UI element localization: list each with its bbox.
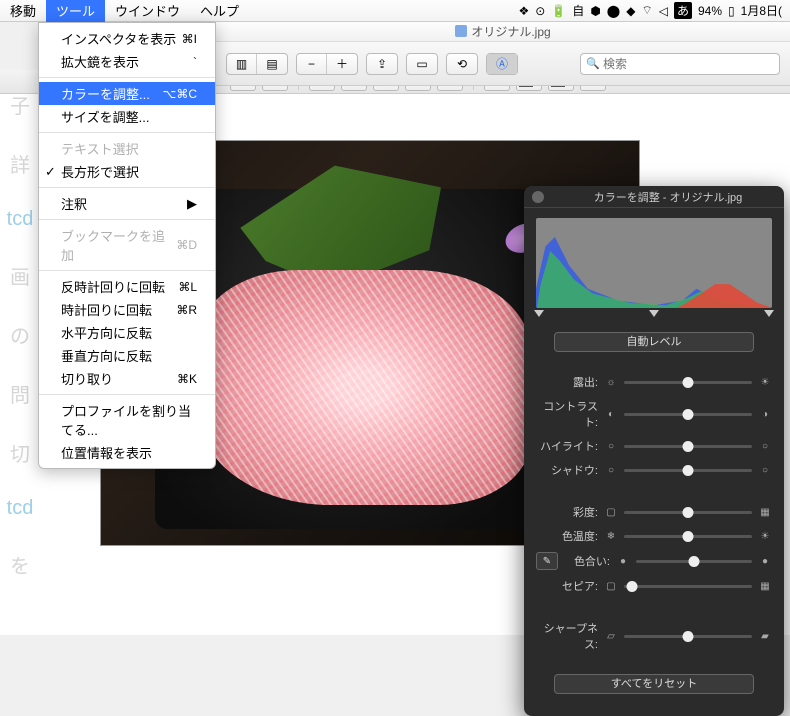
search-input[interactable]	[580, 53, 780, 75]
view-list-button[interactable]: ▤	[257, 54, 287, 74]
search-field[interactable]: 🔍	[580, 53, 780, 75]
menu-annotate[interactable]: 注釈▶	[39, 192, 215, 215]
status-icon: ⬤	[607, 4, 620, 18]
sun-icon: ☀	[758, 531, 772, 542]
contrast-slider[interactable]: コントラスト:◐◑	[536, 398, 772, 430]
ime-icon: あ	[674, 2, 692, 19]
menubar-status: ❖ ⊙ 🔋 自 ⬢ ⬤ ◆ ⌔ ◁ あ 94% ▯ 1月8日(	[519, 2, 790, 19]
reset-all-button[interactable]: すべてをリセット	[554, 674, 754, 694]
highlights-slider[interactable]: ハイライト:○○	[536, 438, 772, 454]
histogram-handles[interactable]	[524, 310, 784, 322]
circle-icon: ○	[604, 441, 618, 452]
menu-tools[interactable]: ツール	[46, 0, 105, 22]
view-thumbnails-button[interactable]: ▥	[227, 54, 257, 74]
dot-icon: ●	[758, 556, 772, 567]
menu-rotate-ccw[interactable]: 反時計回りに回転⌘L	[39, 275, 215, 298]
circle-icon: ○	[758, 465, 772, 476]
zoom-out-button[interactable]: −	[297, 54, 327, 74]
square-icon: ▦	[758, 581, 772, 592]
zoom-segmented[interactable]: − ＋	[296, 53, 358, 75]
menu-flip-h[interactable]: 水平方向に反転	[39, 321, 215, 344]
adjust-color-panel: カラーを調整 - オリジナル.jpg 自動レベル 露出:☼☀ コントラスト:◐◑…	[524, 186, 784, 716]
share-icon[interactable]: ⇪	[367, 54, 397, 74]
sepia-slider[interactable]: セピア:▢▦	[536, 578, 772, 594]
status-icon: ◆	[626, 4, 635, 18]
sharp-icon: ▰	[758, 631, 772, 642]
menu-show-location[interactable]: 位置情報を表示	[39, 441, 215, 464]
highlight-icon[interactable]: ▭	[407, 54, 437, 74]
toolbar: ▥ ▤ − ＋ ⇪ ▭ ⟲ Ⓐ 🔍	[216, 42, 790, 86]
menu-show-inspector[interactable]: インスペクタを表示⌘I	[39, 27, 215, 50]
menu-flip-v[interactable]: 垂直方向に反転	[39, 344, 215, 367]
view-segmented[interactable]: ▥ ▤	[226, 53, 288, 75]
sharpness-slider[interactable]: シャープネス:▱▰	[536, 620, 772, 652]
menu-show-magnifier[interactable]: 拡大鏡を表示`	[39, 50, 215, 73]
window-title: オリジナル.jpg	[471, 25, 550, 39]
histogram[interactable]	[536, 218, 772, 308]
snow-icon: ❄	[604, 531, 618, 542]
chevron-right-icon: ▶	[187, 196, 197, 212]
search-icon: 🔍	[586, 57, 600, 70]
square-icon: ▢	[604, 581, 618, 592]
dropbox-icon: ⬢	[590, 4, 600, 18]
menu-assign-profile[interactable]: プロファイルを割り当てる...	[39, 399, 215, 441]
status-icon: 自	[572, 2, 584, 19]
square-icon: ▢	[604, 507, 618, 518]
dot-icon: ●	[616, 556, 630, 567]
sun-dim-icon: ☼	[604, 377, 618, 388]
menu-rotate-cw[interactable]: 時計回りに回転⌘R	[39, 298, 215, 321]
temperature-slider[interactable]: 色温度:❄☀	[536, 528, 772, 544]
menu-rect-selection[interactable]: ✓長方形で選択	[39, 160, 215, 183]
eyedropper-button[interactable]: ✎	[536, 552, 558, 570]
tools-dropdown: インスペクタを表示⌘I 拡大鏡を表示` カラーを調整...⌥⌘C サイズを調整.…	[38, 22, 216, 469]
menu-window[interactable]: ウインドウ	[105, 0, 190, 22]
exposure-slider[interactable]: 露出:☼☀	[536, 374, 772, 390]
circle-icon: ○	[604, 465, 618, 476]
date: 1月8日(	[741, 2, 782, 19]
saturation-slider[interactable]: 彩度:▢▦	[536, 504, 772, 520]
menu-add-bookmark: ブックマークを追加⌘D	[39, 224, 215, 266]
contrast-low-icon: ◐	[604, 409, 618, 420]
menu-adjust-size[interactable]: サイズを調整...	[39, 105, 215, 128]
volume-icon: ◁	[659, 4, 668, 18]
rotate-button[interactable]: ⟲	[446, 53, 478, 75]
markup-icon[interactable]: Ⓐ	[487, 54, 517, 74]
background-text: 子詳tcd画の問切tcdを	[0, 60, 40, 635]
menu-help[interactable]: ヘルプ	[190, 0, 249, 22]
menubar: 移動 ツール ウインドウ ヘルプ ❖ ⊙ 🔋 自 ⬢ ⬤ ◆ ⌔ ◁ あ 94%…	[0, 0, 790, 22]
menu-crop[interactable]: 切り取り⌘K	[39, 367, 215, 390]
square-icon: ▦	[758, 507, 772, 518]
close-icon[interactable]	[532, 191, 544, 203]
menu-go[interactable]: 移動	[0, 0, 46, 22]
action-button[interactable]: ⇪	[366, 53, 398, 75]
status-icon: ❖	[519, 4, 530, 18]
rotate-icon[interactable]: ⟲	[447, 54, 477, 74]
file-icon	[455, 25, 467, 37]
markup-button[interactable]: Ⓐ	[486, 53, 518, 75]
menu-adjust-color[interactable]: カラーを調整...⌥⌘C	[39, 82, 215, 105]
menu-text-selection: テキスト選択	[39, 137, 215, 160]
wifi-icon: ⌔	[641, 3, 652, 18]
auto-levels-button[interactable]: 自動レベル	[554, 332, 754, 352]
contrast-high-icon: ◑	[758, 409, 772, 420]
check-icon: ✓	[45, 164, 56, 180]
circle-icon: ○	[758, 441, 772, 452]
zoom-in-button[interactable]: ＋	[327, 54, 357, 74]
battery-icon: 🔋	[551, 4, 566, 18]
blur-icon: ▱	[604, 631, 618, 642]
highlight-button[interactable]: ▭	[406, 53, 438, 75]
status-icon: ⊙	[535, 4, 545, 18]
window-titlebar: オリジナル.jpg	[216, 22, 790, 42]
tint-slider[interactable]: ✎色合い:●●	[536, 552, 772, 570]
battery-icon: ▯	[728, 4, 735, 18]
shadows-slider[interactable]: シャドウ:○○	[536, 462, 772, 478]
panel-title: カラーを調整 - オリジナル.jpg	[552, 189, 784, 205]
sun-bright-icon: ☀	[758, 377, 772, 388]
battery-percent: 94%	[698, 4, 722, 18]
